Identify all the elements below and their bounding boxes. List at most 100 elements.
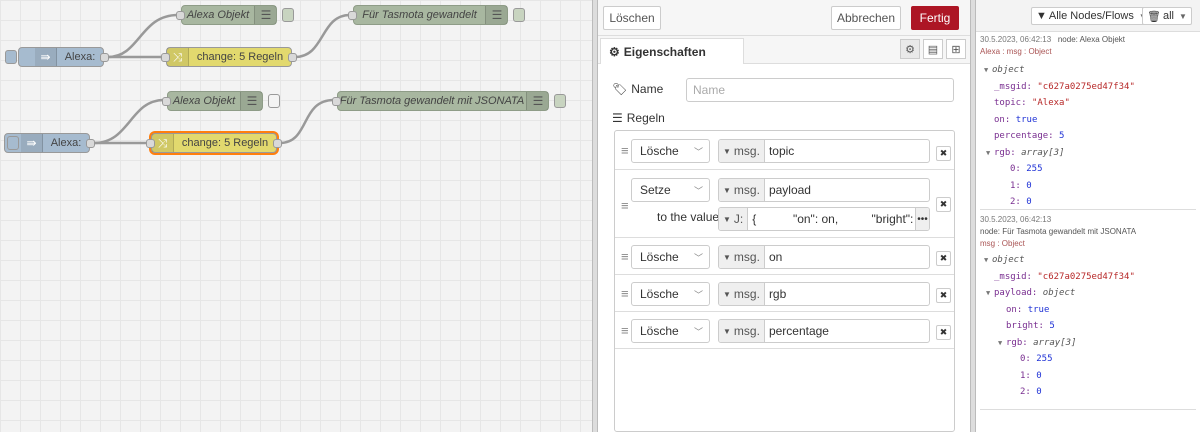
tree-key: 1: [1010, 180, 1021, 191]
output-port[interactable] [86, 139, 95, 148]
tree-root[interactable]: ▼ object [980, 252, 1196, 269]
debug-node-alexa-objekt-2[interactable]: Alexa Objekt ☰ [162, 91, 280, 111]
rule-row: ≡ Lösche ﹀ ▼ msg. percentage ✖ [615, 312, 954, 349]
expand-triangle-icon: ▼ [986, 148, 991, 157]
drag-handle-icon[interactable]: ≡ [621, 323, 631, 338]
caret-down-icon: ▼ [723, 185, 731, 195]
filter-icon: ▼ [1036, 10, 1047, 22]
tree-value: 0 [1036, 370, 1042, 381]
alexa-input-node-1[interactable]: ⇛ Alexa: [5, 47, 109, 67]
tab-properties[interactable]: ⚙ Eigenschaften [600, 38, 744, 65]
remove-rule-button[interactable]: ✖ [936, 251, 951, 266]
flow-canvas[interactable]: ⇛ Alexa: Alexa Objekt ☰ ⤨ change: 5 Rege… [0, 0, 592, 432]
type-selector[interactable]: ▼ J: [719, 208, 749, 230]
tree-row: on: true [980, 302, 1196, 319]
debug-node-tasmota-2[interactable]: Für Tasmota gewandelt mit JSONATA ☰ [332, 91, 566, 111]
debug-toggle-button[interactable] [513, 8, 525, 22]
node-filter-select[interactable]: ▼ Alle Nodes/Flows ▼ [1031, 7, 1152, 25]
input-port[interactable] [161, 53, 170, 62]
rules-list: ≡ Lösche ﹀ ▼ msg. topic ✖ ≡ Setze ﹀ ▼ msg. pay… [614, 130, 955, 432]
output-port[interactable] [288, 53, 297, 62]
chevron-down-icon: ﹀ [693, 289, 703, 300]
rule-action-select[interactable]: Lösche ﹀ [631, 245, 710, 269]
output-port[interactable] [273, 139, 282, 148]
description-tab-icon[interactable]: ▤ [923, 39, 943, 59]
delete-button[interactable]: Löschen [603, 6, 661, 30]
tree-row-expandable[interactable]: ▼ payload: object [980, 285, 1196, 302]
property-input[interactable]: ▼ msg. rgb [718, 282, 930, 306]
input-port[interactable] [176, 11, 185, 20]
type-selector[interactable]: ▼ msg. [719, 246, 765, 268]
tree-row-expandable[interactable]: ▼ rgb: array[3] [980, 145, 1196, 162]
debug-message[interactable]: 30.5.2023, 06:42:13 node: Alexa Objekt A… [980, 34, 1196, 210]
input-port[interactable] [162, 97, 171, 106]
expand-triangle-icon: ▼ [998, 338, 1003, 347]
remove-rule-button[interactable]: ✖ [936, 146, 951, 161]
debug-message[interactable]: 30.5.2023, 06:42:13 node: Für Tasmota ge… [980, 214, 1196, 410]
tree-row: _msgid: "c627a0275ed47f34" [980, 269, 1196, 286]
list-icon: ☰ [612, 111, 623, 125]
tree-value: 0 [1026, 197, 1032, 207]
output-port[interactable] [100, 53, 109, 62]
property-value: payload [768, 183, 811, 197]
done-button[interactable]: Fertig [911, 6, 959, 30]
debug-toggle-button[interactable] [554, 94, 566, 108]
tree-row: 0: 255 [980, 161, 1196, 178]
property-input[interactable]: ▼ msg. on [718, 245, 930, 269]
shuffle-icon: ⤨ [152, 134, 174, 152]
drag-handle-icon[interactable]: ≡ [621, 143, 631, 158]
debug-node-tasmota-1[interactable]: Für Tasmota gewandelt ☰ [348, 5, 525, 25]
property-value: on [768, 250, 783, 264]
rule-action-select[interactable]: Lösche ﹀ [631, 282, 710, 306]
rule-action-select[interactable]: Lösche ﹀ [631, 139, 710, 163]
type-selector[interactable]: ▼ msg. [719, 140, 765, 162]
property-input[interactable]: ▼ msg. percentage [718, 319, 930, 343]
change-node-1[interactable]: ⤨ change: 5 Regeln [161, 47, 297, 67]
debug-node-alexa-objekt-1[interactable]: Alexa Objekt ☰ [176, 5, 294, 25]
tree-row-expandable[interactable]: ▼ rgb: array[3] [980, 335, 1196, 352]
alexa-input-node-2[interactable]: ⇛ Alexa: [4, 133, 95, 153]
tree-root[interactable]: ▼ object [980, 62, 1196, 79]
message-timestamp: 30.5.2023, 06:42:13 [980, 215, 1052, 224]
change-node-2-selected[interactable]: ⤨ change: 5 Regeln [146, 133, 282, 153]
type-selector[interactable]: ▼ msg. [719, 179, 765, 201]
tree-key: 2: [1010, 197, 1021, 207]
drag-handle-icon[interactable]: ≡ [621, 286, 631, 301]
tree-value: "c627a0275ed47f34" [1037, 81, 1135, 92]
rule-action-select[interactable]: Setze ﹀ [631, 178, 710, 202]
chevron-down-icon: ﹀ [693, 146, 703, 157]
expand-editor-icon[interactable]: ••• [915, 208, 929, 230]
remove-rule-button[interactable]: ✖ [936, 325, 951, 340]
message-node: node: Alexa Objekt [1057, 35, 1126, 44]
remove-rule-button[interactable]: ✖ [936, 288, 951, 303]
node-button[interactable] [5, 50, 17, 64]
property-input[interactable]: ▼ msg. payload [718, 178, 930, 202]
tray-tabs: ⚙ Eigenschaften ⚙ ▤ ⊞ [598, 36, 970, 65]
drag-handle-icon[interactable]: ≡ [621, 198, 631, 213]
property-input[interactable]: ▼ msg. topic [718, 139, 930, 163]
remove-rule-button[interactable]: ✖ [936, 197, 951, 212]
input-port[interactable] [348, 11, 357, 20]
rule-action-select[interactable]: Lösche ﹀ [631, 319, 710, 343]
value-input[interactable]: ▼J:{ "on": on, "bright": percentage••• [718, 207, 930, 231]
caret-down-icon: ▼ [1178, 11, 1187, 21]
tree-type: array[3] [1033, 337, 1077, 348]
type-label: msg. [733, 324, 760, 338]
clear-select[interactable]: 🗑︎ all ▼ [1142, 7, 1192, 25]
type-selector[interactable]: ▼ msg. [719, 283, 765, 305]
type-selector[interactable]: ▼ msg. [719, 320, 765, 342]
debug-toggle-button[interactable] [268, 94, 280, 108]
input-port[interactable] [332, 97, 341, 106]
tree-type: object [1042, 288, 1076, 298]
cancel-button[interactable]: Abbrechen [831, 6, 901, 30]
name-input[interactable]: Name [686, 78, 954, 102]
appearance-tab-icon[interactable]: ⊞ [946, 39, 966, 59]
tree-key: 1: [1020, 370, 1031, 381]
settings-tab-icon[interactable]: ⚙ [900, 39, 920, 59]
drag-handle-icon[interactable]: ≡ [621, 249, 631, 264]
debug-toggle-button[interactable] [282, 8, 294, 22]
debug-sidebar: ▼ Alle Nodes/Flows ▼ 🗑︎ all ▼ 30.5.2023,… [976, 0, 1200, 432]
select-value: Setze [640, 183, 671, 197]
input-port[interactable] [146, 139, 155, 148]
node-button[interactable] [7, 136, 19, 150]
